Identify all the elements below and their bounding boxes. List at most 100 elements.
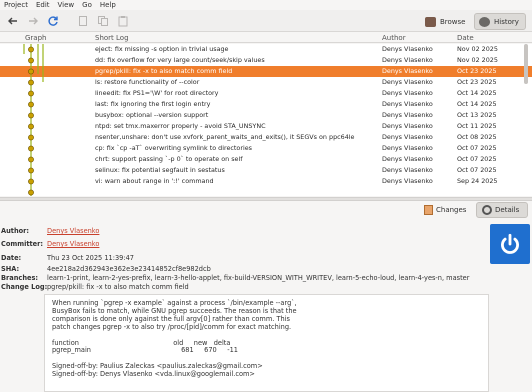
commit-message: vi: warn about range in ':!' command [95,177,214,185]
commit-message: lineedit: fix PS1='\W' for root director… [95,89,219,97]
commit-details: Author: Denys Vlasenko Committer: Denys … [0,220,532,392]
commit-message: busybox: optional --version support [95,111,209,119]
date-label: Date: [1,254,22,262]
log-header: Graph Short Log Author Date [0,33,532,43]
browse-label: Browse [440,17,466,26]
commit-author: Denys Vlasenko [382,133,433,141]
commit-author: Denys Vlasenko [382,56,433,64]
commit-message: nsenter,unshare: don't use xvfork_parent… [95,133,355,141]
commit-author: Denys Vlasenko [382,111,433,119]
tab-changes[interactable]: Changes [419,202,471,218]
commit-date-value: Thu 23 Oct 2025 11:39:47 [47,254,134,262]
short-log-column-header[interactable]: Short Log [95,34,129,42]
changelog-body[interactable]: When running `pgrep -x example` against … [44,294,489,392]
commit-row[interactable]: dd: fix overflow for very large count/se… [0,55,532,66]
graph-column-header[interactable]: Graph [25,34,46,42]
commit-row[interactable]: eject: fix missing -s option in trivial … [0,44,532,55]
commit-row[interactable]: ntpd: set tmx.maxerror properly - avoid … [0,121,532,132]
commit-date: Oct 07 2025 [457,155,497,163]
commit-message: pgrep/pkill: fix -x to also match comm f… [95,67,233,75]
branches-label: Branches: [1,274,39,282]
sha-label: SHA: [1,265,20,273]
commit-message: last: fix ignoring the first login entry [95,100,211,108]
commit-date: Oct 07 2025 [457,166,497,174]
browse-button[interactable]: Browse [421,13,470,30]
history-button[interactable]: History [474,13,526,30]
commit-date: Oct 08 2025 [457,133,497,141]
commit-row[interactable]: cp: fix `cp -aT` overwriting symlink to … [0,143,532,154]
changelog-title: pgrep/pkill: fix -x to also match comm f… [47,283,189,291]
copy-icon[interactable] [96,14,110,28]
committer-link[interactable]: Denys Vlasenko [47,240,99,248]
tab-changes-label: Changes [436,206,467,214]
commit-date: Oct 11 2025 [457,122,497,130]
commit-author: Denys Vlasenko [382,78,433,86]
author-label: Author: [1,227,30,235]
commit-message: dd: fix overflow for very large count/se… [95,56,265,64]
commit-message: selinux: fix potential segfault in sesta… [95,166,225,174]
history-label: History [494,17,519,26]
detail-tabs: Changes Details [0,201,532,219]
commit-row[interactable]: lineedit: fix PS1='\W' for root director… [0,88,532,99]
commit-message: cp: fix `cp -aT` overwriting symlink to … [95,144,253,152]
changelog-line: pgrep_main 681 670 -11 [52,346,238,355]
author-column-header[interactable]: Author [382,34,406,42]
history-icon [479,16,490,27]
commit-row[interactable]: vi: warn about range in ':!' command Deny… [0,176,532,187]
commit-author: Denys Vlasenko [382,67,433,75]
menu-edit[interactable]: Edit [32,1,54,9]
commit-author: Denys Vlasenko [382,155,433,163]
menu-help[interactable]: Help [96,1,120,9]
commit-row[interactable]: chrt: support passing `-p 0` to operate … [0,154,532,165]
commit-row[interactable]: busybox: optional --version support Denys… [0,110,532,121]
commit-row[interactable]: nsenter,unshare: don't use xvfork_parent… [0,132,532,143]
commit-message: chrt: support passing `-p 0` to operate … [95,155,243,163]
commit-row[interactable]: ls: restore functionality of --color Deny… [0,77,532,88]
power-icon [501,233,519,254]
commit-author: Denys Vlasenko [382,100,433,108]
log-scrollbar[interactable] [524,44,528,84]
committer-label: Committer: [1,240,44,248]
tab-details[interactable]: Details [476,202,528,218]
commit-node [28,189,34,196]
commit-date: Oct 14 2025 [457,100,497,108]
document-icon[interactable] [76,14,90,28]
gear-icon [482,205,492,215]
back-arrow-icon[interactable] [6,14,20,28]
commit-row-selected[interactable]: pgrep/pkill: fix -x to also match comm f… [0,66,532,77]
author-link[interactable]: Denys Vlasenko [47,227,99,235]
commit-message: ls: restore functionality of --color [95,78,200,86]
date-column-header[interactable]: Date [457,34,474,42]
commit-date: Oct 23 2025 [457,67,497,75]
commit-message: ntpd: set tmx.maxerror properly - avoid … [95,122,266,130]
changelog-line: patch changes pgrep -x to also try /proc… [52,322,292,331]
avatar [490,224,530,264]
paste-icon[interactable] [116,14,130,28]
commit-date: Oct 07 2025 [457,144,497,152]
commit-message: eject: fix missing -s option in trivial … [95,45,229,53]
commit-author: Denys Vlasenko [382,144,433,152]
refresh-icon[interactable] [46,14,60,28]
menu-bar: Project Edit View Go Help [0,0,532,10]
menu-view[interactable]: View [54,1,79,9]
commit-date: Oct 14 2025 [457,89,497,97]
menu-go[interactable]: Go [78,1,96,9]
commit-date: Oct 13 2025 [457,111,497,119]
commit-author: Denys Vlasenko [382,177,433,185]
commit-date: Sep 24 2025 [457,177,498,185]
commit-row[interactable]: selinux: fix potential segfault in sesta… [0,165,532,176]
commit-author: Denys Vlasenko [382,45,433,53]
commit-author: Denys Vlasenko [382,122,433,130]
commit-date: Nov 02 2025 [457,56,498,64]
folder-icon [425,16,436,27]
commit-date: Nov 02 2025 [457,45,498,53]
tab-details-label: Details [495,206,520,214]
commit-author: Denys Vlasenko [382,166,433,174]
changelog-label: Change Log: [1,283,48,291]
commit-date: Oct 23 2025 [457,78,497,86]
sha-value[interactable]: 4ee218a2d362943e362e3e23414852cf8e982dcb [47,265,211,273]
menu-project[interactable]: Project [0,1,32,9]
commit-row[interactable]: last: fix ignoring the first login entry… [0,99,532,110]
toolbar: Browse History [0,10,532,32]
forward-arrow-icon[interactable] [26,14,40,28]
